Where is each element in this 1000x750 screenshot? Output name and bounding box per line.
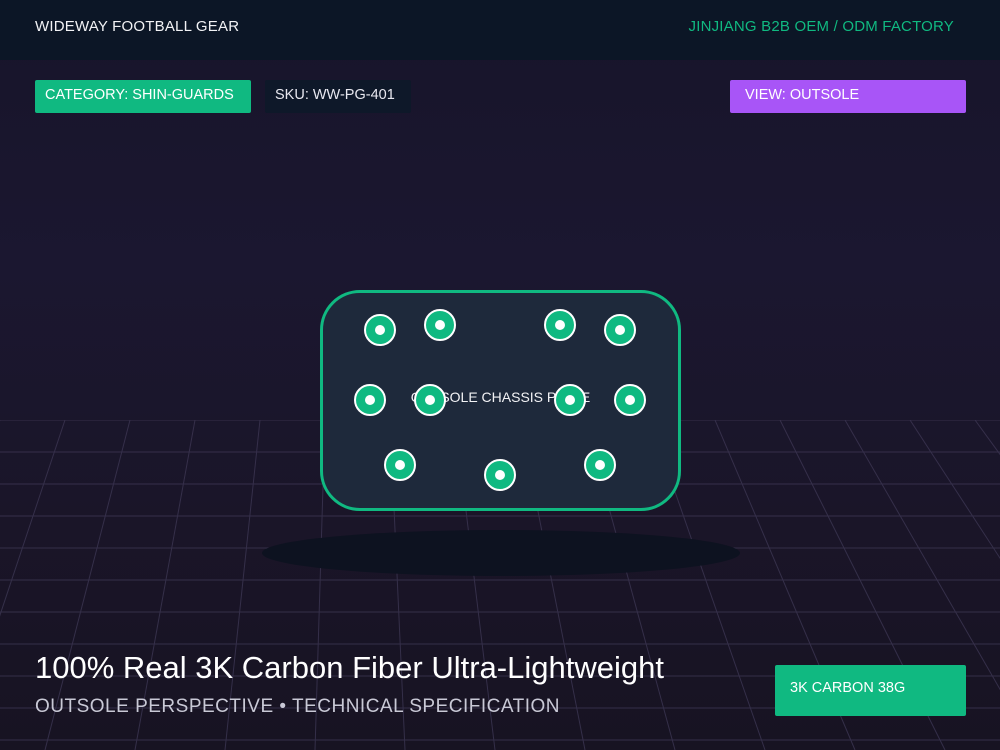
stud <box>614 384 646 416</box>
stud <box>604 314 636 346</box>
stud <box>354 384 386 416</box>
plate-shadow <box>262 530 740 576</box>
stud <box>584 449 616 481</box>
product-subline: OUTSOLE PERSPECTIVE • TECHNICAL SPECIFIC… <box>35 696 561 717</box>
stud <box>414 384 446 416</box>
view-badge[interactable]: VIEW: OUTSOLE <box>730 80 966 113</box>
stud <box>544 309 576 341</box>
stud <box>364 314 396 346</box>
product-headline: 100% Real 3K Carbon Fiber Ultra-Lightwei… <box>35 650 664 685</box>
factory-tagline: JINJIANG B2B OEM / ODM FACTORY <box>688 18 954 35</box>
stud <box>554 384 586 416</box>
sku-badge: SKU: WW-PG-401 <box>265 80 411 113</box>
stud <box>484 459 516 491</box>
spec-badge[interactable]: 3K CARBON 38G <box>775 665 966 716</box>
brand-name[interactable]: WIDEWAY FOOTBALL GEAR <box>35 18 239 35</box>
top-bar: WIDEWAY FOOTBALL GEAR JINJIANG B2B OEM /… <box>0 0 1000 60</box>
stud <box>424 309 456 341</box>
category-badge[interactable]: CATEGORY: SHIN-GUARDS <box>35 80 251 113</box>
stud <box>384 449 416 481</box>
